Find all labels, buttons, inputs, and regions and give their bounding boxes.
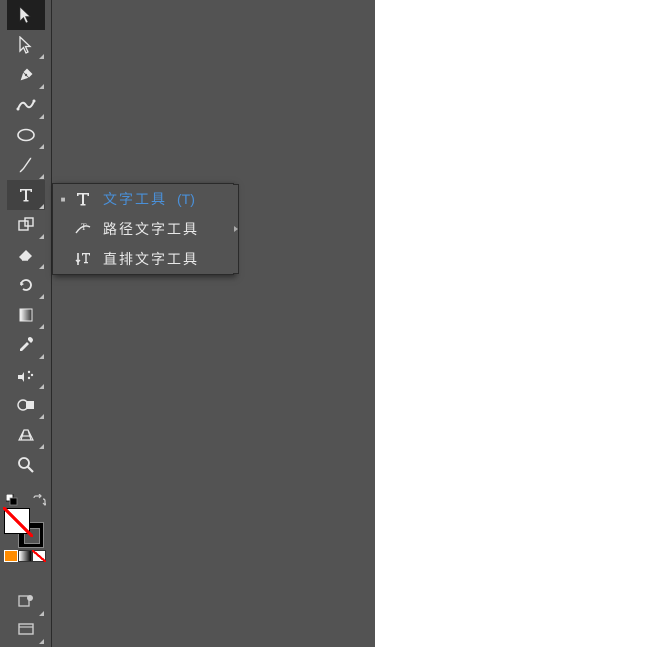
curvature-tool[interactable] <box>7 90 45 120</box>
perspective-icon <box>16 425 36 445</box>
pen-tool[interactable] <box>7 60 45 90</box>
ellipse-icon <box>16 125 36 145</box>
flyout-indicator <box>39 84 44 89</box>
gradient-icon <box>16 305 36 325</box>
gradient-tool[interactable] <box>7 300 45 330</box>
flyout-indicator <box>39 144 44 149</box>
flyout-indicator <box>39 174 44 179</box>
flyout-indicator <box>39 234 44 239</box>
screen-mode-icon <box>17 622 35 641</box>
shape-builder-tool[interactable] <box>7 390 45 420</box>
color-controls <box>2 492 50 562</box>
active-marker: ■ <box>59 195 67 204</box>
fill-swatch[interactable] <box>4 508 30 534</box>
paintbrush-tool[interactable] <box>7 150 45 180</box>
symbol-sprayer-tool[interactable] <box>7 360 45 390</box>
tearoff-arrow-icon <box>234 226 238 232</box>
color-mode-row <box>4 550 50 562</box>
svg-text:T: T <box>81 222 87 232</box>
fill-stroke-swatch[interactable] <box>2 508 50 544</box>
flyout-type-tool[interactable]: ■ 文字工具 (T) <box>53 184 233 214</box>
flyout-type-on-path-tool[interactable]: T 路径文字工具 <box>53 214 233 244</box>
selection-tool[interactable] <box>7 0 45 30</box>
eraser-tool[interactable] <box>7 240 45 270</box>
color-mode-none[interactable] <box>32 550 46 562</box>
rotate-icon <box>16 275 36 295</box>
type-tool[interactable] <box>7 180 45 210</box>
flyout-indicator <box>39 639 44 644</box>
screen-mode-button[interactable] <box>7 617 45 645</box>
flyout-indicator <box>39 294 44 299</box>
draw-mode-button[interactable] <box>7 589 45 617</box>
draw-mode-icon <box>17 594 35 613</box>
shape-builder-icon <box>16 395 36 415</box>
flyout-item-label: 文字工具 <box>103 189 167 209</box>
paintbrush-icon <box>16 155 36 175</box>
flyout-indicator <box>39 324 44 329</box>
type-tool-flyout: ■ 文字工具 (T) T 路径文字工具 直排文字工具 <box>52 183 234 275</box>
color-mode-solid[interactable] <box>4 550 18 562</box>
pen-icon <box>16 65 36 85</box>
type-on-path-icon: T <box>71 221 95 237</box>
vertical-type-icon <box>71 251 95 267</box>
flyout-indicator <box>39 384 44 389</box>
tools-panel <box>0 0 52 647</box>
zoom-icon <box>16 455 36 475</box>
color-mode-gradient[interactable] <box>18 550 32 562</box>
eraser-icon <box>16 245 36 265</box>
direct-selection-icon <box>16 35 36 55</box>
type-icon <box>16 185 36 205</box>
direct-selection-tool[interactable] <box>7 30 45 60</box>
artboard-tool[interactable] <box>7 210 45 240</box>
flyout-indicator <box>39 114 44 119</box>
flyout-indicator <box>39 354 44 359</box>
curvature-icon <box>16 95 36 115</box>
rotate-tool[interactable] <box>7 270 45 300</box>
type-icon <box>71 191 95 207</box>
symbol-sprayer-icon <box>16 365 36 385</box>
ellipse-tool[interactable] <box>7 120 45 150</box>
perspective-grid-tool[interactable] <box>7 420 45 450</box>
zoom-tool[interactable] <box>7 450 45 480</box>
artboard-icon <box>16 215 36 235</box>
flyout-indicator <box>39 54 44 59</box>
flyout-indicator <box>39 414 44 419</box>
workspace-canvas <box>0 0 375 647</box>
flyout-item-label: 直排文字工具 <box>103 249 199 269</box>
eyedropper-tool[interactable] <box>7 330 45 360</box>
eyedropper-icon <box>16 335 36 355</box>
flyout-item-shortcut: (T) <box>177 191 195 207</box>
flyout-indicator <box>39 264 44 269</box>
selection-icon <box>16 5 36 25</box>
flyout-indicator <box>39 444 44 449</box>
flyout-vertical-type-tool[interactable]: 直排文字工具 <box>53 244 233 274</box>
flyout-item-label: 路径文字工具 <box>103 219 199 239</box>
flyout-tearoff-handle[interactable] <box>233 184 239 274</box>
flyout-indicator <box>39 611 44 616</box>
flyout-indicator <box>39 204 44 209</box>
